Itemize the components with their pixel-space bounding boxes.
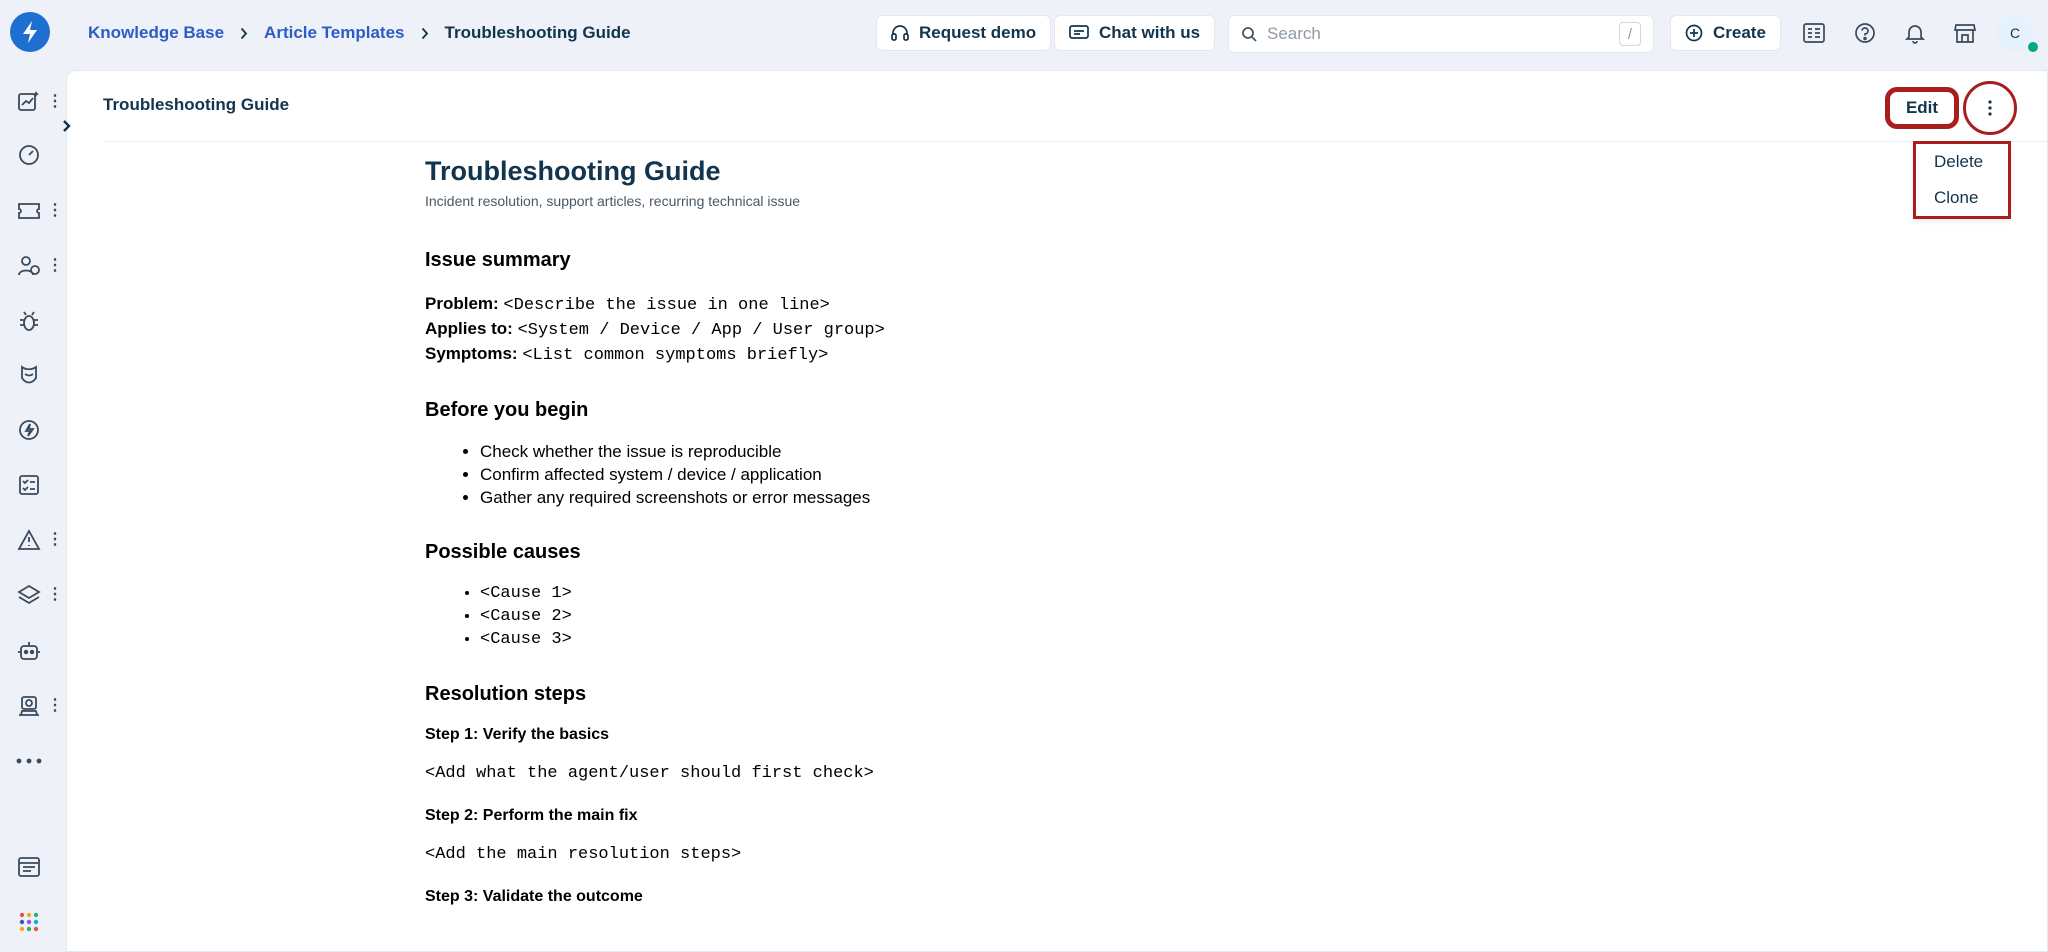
chat-icon [1069,25,1089,39]
breadcrumb: Knowledge Base Article Templates Trouble… [88,20,631,46]
before-you-begin-list: Check whether the issue is reproducible … [480,440,1325,509]
app-logo-icon[interactable] [10,12,50,52]
kebab-menu-icon [1988,100,1992,116]
symptoms-row: Symptoms: <List common symptoms briefly> [425,342,1325,367]
step-3-title: Step 3: Validate the outcome [425,887,643,905]
menu-item-delete[interactable]: Delete [1916,144,2008,180]
breadcrumb-article-templates[interactable]: Article Templates [264,23,404,43]
contacts-more-icon[interactable]: ⋮ [47,256,63,276]
headset-icon [891,25,909,41]
resolution-steps-heading: Resolution steps [425,682,587,705]
breadcrumb-knowledge-base[interactable]: Knowledge Base [88,23,224,43]
list-item: Check whether the issue is reproducible [480,440,1325,463]
tickets-icon[interactable] [14,196,44,226]
problem-row: Problem: <Describe the issue in one line… [425,292,1325,317]
more-apps-icon[interactable] [14,746,44,776]
breadcrumb-current: Troubleshooting Guide [444,23,631,42]
left-rail: ⋮ ⋮ ⋮ ⋮ ⋮ ⋮ [0,0,63,952]
notifications-bell-icon[interactable] [1900,18,1930,48]
step-1-body: <Add what the agent/user should first ch… [425,763,874,783]
assets-layers-icon[interactable] [14,580,44,610]
article-subtitle: Incident resolution, support articles, r… [425,192,801,209]
article-card: Troubleshooting Guide Edit Delete Clone … [66,70,2048,952]
issue-summary-block: Problem: <Describe the issue in one line… [425,292,1325,367]
alerts-more-icon[interactable]: ⋮ [47,530,63,550]
request-demo-label: Request demo [919,23,1037,42]
marketplace-store-icon[interactable] [1950,18,1980,48]
article-body: Troubleshooting Guide Incident resolutio… [425,156,1325,906]
issue-summary-heading: Issue summary [425,248,571,271]
list-item: <Cause 3> [480,628,1325,651]
create-label: Create [1713,23,1766,42]
console-icon[interactable] [14,852,44,882]
breadcrumb-chevron-icon [421,27,429,40]
solutions-icon[interactable] [14,691,44,721]
edit-button[interactable]: Edit [1885,87,1959,129]
applies-to-row: Applies to: <System / Device / App / Use… [425,317,1325,342]
solutions-more-icon[interactable]: ⋮ [47,696,63,716]
problems-bug-icon[interactable] [14,306,44,336]
more-actions-button[interactable] [1963,81,2017,135]
list-item: Confirm affected system / device / appli… [480,463,1325,486]
breadcrumb-chevron-icon [240,27,248,40]
help-icon[interactable] [1850,18,1880,48]
list-item: Gather any required screenshots or error… [480,486,1325,509]
tickets-more-icon[interactable]: ⋮ [47,201,63,221]
plus-circle-icon [1685,24,1703,42]
chat-with-us-button[interactable]: Chat with us [1054,15,1216,51]
online-status-indicator [2026,40,2040,54]
dashboard-icon[interactable] [14,140,44,170]
step-2-body: <Add the main resolution steps> [425,844,742,864]
releases-icon[interactable] [14,415,44,445]
possible-causes-list: <Cause 1> <Cause 2> <Cause 3> [480,582,1325,651]
assets-more-icon[interactable]: ⋮ [47,585,63,605]
search-input[interactable] [1267,24,1619,44]
problem-label: Problem: [425,293,499,313]
applies-to-label: Applies to: [425,318,513,338]
request-demo-button[interactable]: Request demo [876,15,1052,51]
symptoms-label: Symptoms: [425,343,518,363]
step-1-title: Step 1: Verify the basics [425,725,610,743]
tasks-icon[interactable] [14,470,44,500]
create-button[interactable]: Create [1670,15,1781,51]
alerts-icon[interactable] [14,525,44,555]
possible-causes-heading: Possible causes [425,540,581,563]
header-divider [103,141,2047,142]
menu-item-clone[interactable]: Clone [1916,180,2008,216]
before-you-begin-heading: Before you begin [425,398,589,421]
changes-icon[interactable] [14,360,44,390]
expand-sidebar-chevron-icon[interactable] [58,114,76,138]
article-title: Troubleshooting Guide [425,156,721,186]
list-item: <Cause 1> [480,582,1325,605]
apps-grid-icon[interactable] [14,907,44,937]
analytics-icon[interactable] [14,86,44,116]
contacts-icon[interactable] [14,251,44,281]
problem-value: <Describe the issue in one line> [503,295,830,315]
search-shortcut-hint: / [1619,22,1641,46]
service-catalog-icon[interactable] [1799,18,1829,48]
list-item: <Cause 2> [480,605,1325,628]
search-icon [1242,27,1257,42]
analytics-more-icon[interactable]: ⋮ [47,92,63,112]
more-actions-menu: Delete Clone [1913,141,2011,219]
bot-icon[interactable] [14,636,44,666]
symptoms-value: <List common symptoms briefly> [522,345,829,365]
chat-with-us-label: Chat with us [1099,23,1201,42]
step-2-title: Step 2: Perform the main fix [425,806,638,824]
applies-to-value: <System / Device / App / User group> [517,320,885,340]
page-title: Troubleshooting Guide [103,95,290,114]
search-bar[interactable]: / [1228,15,1654,53]
